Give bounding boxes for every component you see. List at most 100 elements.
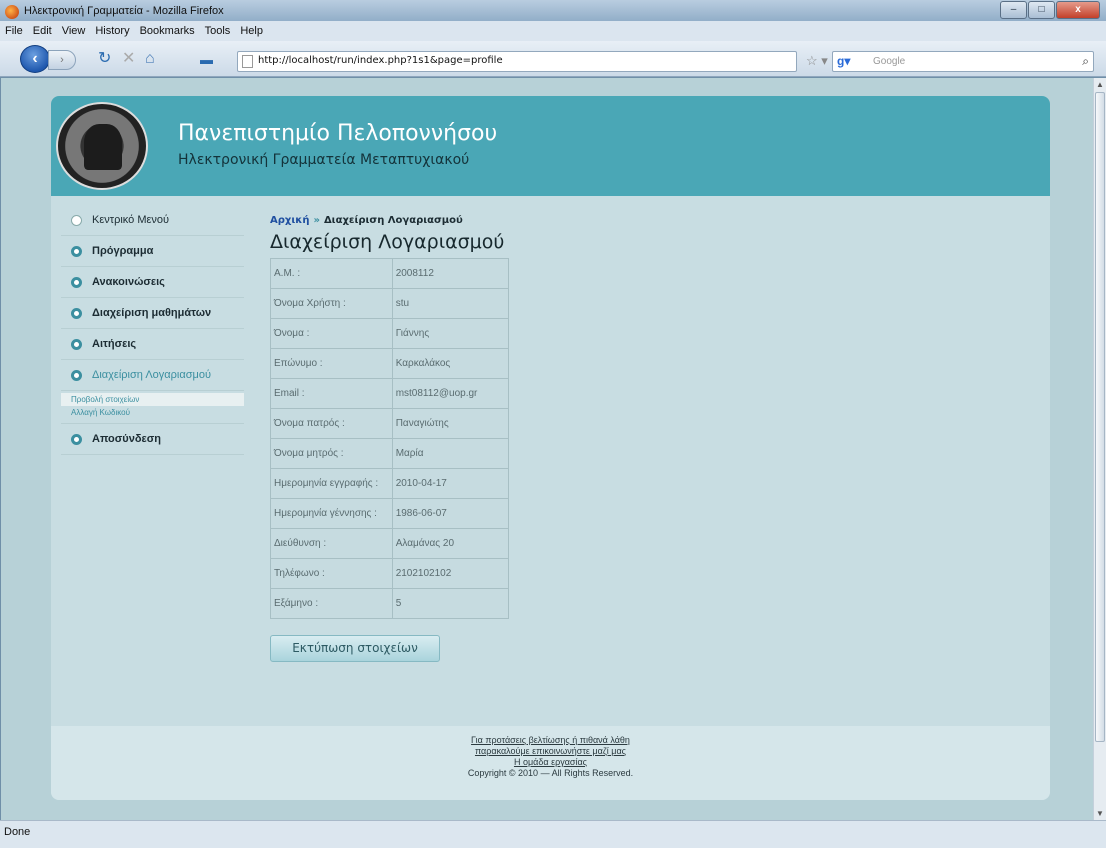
sidebar-item-logout[interactable]: Αποσύνδεση	[61, 424, 244, 455]
sidebar-item-announcements[interactable]: Ανακοινώσεις	[61, 267, 244, 298]
print-details-button[interactable]: Εκτύπωση στοιχείων	[270, 635, 440, 662]
breadcrumb-home-link[interactable]: Αρχική	[270, 215, 309, 226]
scrollbar-thumb[interactable]	[1095, 92, 1105, 742]
url-bar[interactable]: http://localhost/run/index.php?1s1&page=…	[237, 51, 797, 72]
menu-history[interactable]: History	[95, 25, 129, 37]
scroll-up-icon[interactable]: ▲	[1096, 80, 1104, 89]
sidebar-item-label: Ανακοινώσεις	[92, 276, 165, 288]
table-row: Ημερομηνία εγγραφής :2010-04-17	[270, 468, 510, 499]
footer-team-link[interactable]: Η ομάδα εργασίας	[51, 757, 1050, 768]
field-value: Γιάννης	[391, 318, 510, 349]
page-icon	[242, 55, 253, 68]
footer-contact-link[interactable]: παρακαλούμε επικοινωνήστε μαζί μας	[51, 746, 1050, 757]
search-placeholder: Google	[873, 56, 906, 67]
close-button[interactable]: x	[1056, 1, 1100, 19]
field-value: 5	[391, 588, 510, 619]
field-value: 2102102102	[391, 558, 510, 589]
sidebar-item-main-menu[interactable]: Κεντρικό Μενού	[61, 205, 244, 236]
field-value: Μαρία	[391, 438, 510, 469]
table-row: Όνομα μητρός : Μαρία	[270, 438, 510, 469]
stop-icon[interactable]: ✕	[122, 51, 135, 67]
submenu-view-details[interactable]: Προβολή στοιχείων	[61, 393, 244, 406]
field-label: Όνομα Χρήστη :	[270, 288, 393, 319]
bullet-icon	[71, 307, 82, 319]
sidebar-item-courses[interactable]: Διαχείριση μαθημάτων	[61, 298, 244, 329]
menu-bookmarks[interactable]: Bookmarks	[140, 25, 195, 37]
field-value: 1986-06-07	[391, 498, 510, 529]
site-title: Πανεπιστημίο Πελοποννήσου	[178, 121, 498, 146]
sidebar-item-label: Διαχείριση Λογαριασμού	[92, 369, 211, 381]
main-content: Αρχική» Διαχείριση Λογαριασμού Διαχείριση…	[270, 215, 510, 662]
sidebar-item-label: Διαχείριση μαθημάτων	[92, 307, 212, 319]
footer-feedback-link[interactable]: Για προτάσεις βελτίωσης ή πιθανά λάθη	[51, 735, 1050, 746]
minimize-button[interactable]: –	[1000, 1, 1027, 19]
field-value: 2010-04-17	[391, 468, 510, 499]
field-label: Όνομα πατρός :	[270, 408, 393, 439]
field-label: Επώνυμο :	[270, 348, 393, 379]
table-row: Όνομα : Γιάννης	[270, 318, 510, 349]
scroll-down-icon[interactable]: ▼	[1096, 809, 1104, 818]
sidebar-item-label: Αιτήσεις	[92, 338, 137, 350]
maximize-button[interactable]: □	[1028, 1, 1055, 19]
site-subtitle: Ηλεκτρονική Γραμματεία Μεταπτυχιακού	[178, 152, 470, 168]
field-value: Αλαμάνας 20	[391, 528, 510, 559]
sidebar-item-label: Κεντρικό Μενού	[92, 214, 170, 226]
sidebar-item-account[interactable]: Διαχείριση Λογαριασμού	[61, 360, 244, 391]
sidebar: Κεντρικό Μενού Πρόγραμμα Ανακοινώσεις Δι…	[61, 205, 244, 455]
breadcrumb-separator: »	[313, 215, 320, 226]
home-icon[interactable]: ⌂	[145, 51, 155, 67]
profile-table: Α.Μ. :2008112 Όνομα Χρήστη : stu Όνομα :Γ…	[270, 258, 510, 619]
google-icon[interactable]: g▾	[837, 54, 850, 68]
breadcrumb: Αρχική » Διαχείριση Λογαριασμού	[270, 215, 509, 226]
menu-file[interactable]: File	[5, 25, 23, 37]
reload-icon[interactable]: ↻	[98, 51, 111, 67]
field-value: Καρκαλάκος	[391, 348, 510, 379]
account-submenu: Προβολή στοιχείων Αλλαγή Κωδικού	[61, 391, 244, 424]
field-label: Τηλέφωνο :	[270, 558, 393, 589]
bullet-icon	[71, 433, 82, 445]
sidebar-item-program[interactable]: Πρόγραμμα	[61, 236, 244, 267]
page-title: Διαχείριση Λογαριασμού	[270, 231, 505, 253]
field-value: mst08112@uop.gr	[391, 378, 510, 409]
sidebar-item-requests[interactable]: Αιτήσεις	[61, 329, 244, 360]
field-label: Εξάμηνο :	[270, 588, 393, 619]
menu-edit[interactable]: Edit	[33, 25, 52, 37]
search-bar[interactable]: g▾ Google ⌕	[832, 51, 1094, 72]
table-row: Επώνυμο : Καρκαλάκος	[270, 348, 510, 379]
table-row: Α.Μ. :2008112	[270, 258, 510, 289]
page-viewport: Πανεπιστημίο Πελοποννήσου Ηλεκτρονική Γρ…	[1, 78, 1093, 820]
forward-button[interactable]: ›	[48, 50, 76, 70]
bullet-icon	[71, 338, 82, 350]
back-button[interactable]: ‹	[20, 45, 50, 73]
field-label: Ημερομηνία γέννησης :	[270, 498, 393, 529]
table-row: Όνομα πατρός : Παναγιώτης	[270, 408, 510, 439]
menu-tools[interactable]: Tools	[205, 25, 231, 37]
vertical-scrollbar[interactable]: ▲ ▼	[1093, 78, 1106, 820]
logo-emblem	[84, 124, 122, 170]
search-icon[interactable]: ⌕	[1082, 54, 1089, 69]
menu-help[interactable]: Help	[240, 25, 263, 37]
sidebar-item-label: Πρόγραμμα	[92, 245, 154, 257]
table-row: Εξάμηνο :5	[270, 588, 510, 619]
menu-view[interactable]: View	[62, 25, 86, 37]
bullet-icon	[71, 245, 82, 257]
window-title: Ηλεκτρονική Γραμματεία - Mozilla Firefox	[24, 5, 224, 17]
sidebar-item-label: Αποσύνδεση	[92, 433, 161, 445]
table-row: Τηλέφωνο :2102102102	[270, 558, 510, 589]
firefox-icon	[5, 5, 19, 19]
table-row: Όνομα Χρήστη : stu	[270, 288, 510, 319]
table-row: Ημερομηνία γέννησης :1986-06-07	[270, 498, 510, 529]
bookmark-star-icon[interactable]: ☆ ▾	[806, 53, 828, 69]
site-header: Πανεπιστημίο Πελοποννήσου Ηλεκτρονική Γρ…	[51, 96, 1050, 196]
bullet-icon	[71, 276, 82, 288]
footer-copyright: Copyright © 2010 — All Rights Reserved.	[467, 768, 634, 778]
submenu-change-password[interactable]: Αλλαγή Κωδικού	[61, 406, 244, 419]
field-value: 2008112	[391, 258, 510, 289]
status-bar: Done	[0, 820, 1106, 848]
window-controls: – □ x	[999, 1, 1100, 19]
navigation-toolbar: ‹ › ↻ ✕ ⌂ ▬ http://localhost/run/index.p…	[0, 41, 1106, 77]
field-label: Όνομα μητρός :	[270, 438, 393, 469]
bookmark-tab-icon[interactable]: ▬	[200, 52, 213, 68]
field-value: stu	[391, 288, 510, 319]
url-text: http://localhost/run/index.php?1s1&page=…	[258, 55, 503, 66]
